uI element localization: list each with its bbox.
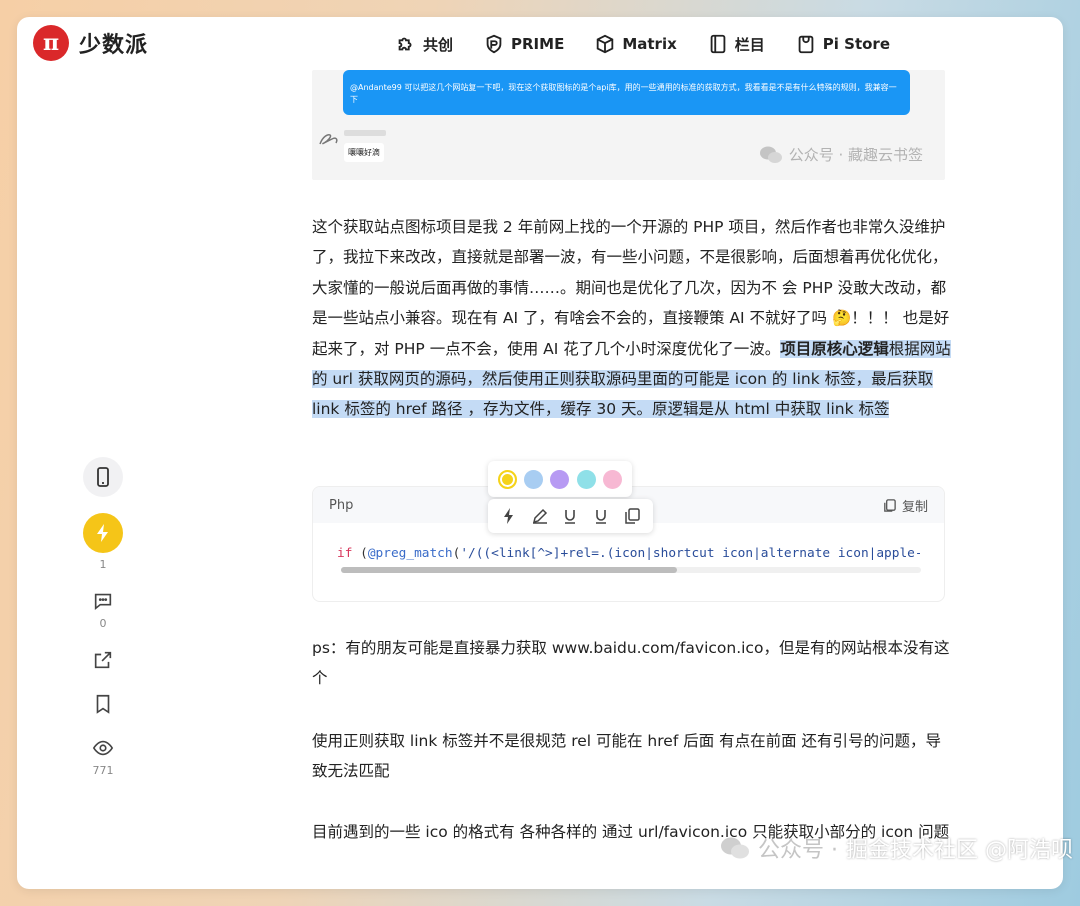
views-indicator [92, 737, 114, 759]
nav-label: PRIME [511, 35, 565, 53]
color-swatch-yellow[interactable] [497, 469, 517, 489]
watermark-text: 公众号 · 藏趣云书签 [788, 146, 923, 164]
wavy-underline-button[interactable] [591, 506, 611, 526]
flash-button[interactable] [499, 506, 519, 526]
nav-item-matrix[interactable]: Matrix [594, 33, 677, 55]
annotation-toolbar [488, 499, 653, 533]
lightning-icon [504, 508, 514, 524]
store-icon [798, 35, 814, 54]
code-scrollbar-thumb[interactable] [341, 567, 677, 573]
code-language: Php [329, 497, 354, 513]
code-function: @preg_match [367, 546, 453, 561]
article-paragraph-2: ps：有的朋友可能是直接暴力获取 www.baidu.com/favicon.i… [312, 639, 950, 688]
code-string: '/((<link[^>]+rel=.(icon|shortcut icon|a… [460, 546, 920, 561]
code-line: if (@preg_match('/((<link[^>]+rel=.(icon… [337, 546, 920, 561]
logo-mark: π [33, 25, 69, 61]
nav-item-pi-store[interactable]: Pi Store [795, 33, 890, 55]
chat-bubble: @Andante99 可以把这几个网站复一下吧，现在这个获取图标的是个api库，… [343, 70, 910, 115]
chat-reply: 嚷嚷好滴 [344, 143, 384, 162]
nav-item-column[interactable]: 栏目 [707, 33, 765, 55]
mobile-view-button[interactable] [83, 457, 123, 497]
chat-blurred-name [344, 130, 386, 136]
embedded-chat-image: @Andante99 可以把这几个网站复一下吧，现在这个获取图标的是个api库，… [312, 70, 945, 180]
site-logo[interactable]: π 少数派 [33, 25, 148, 61]
wechat-icon [721, 837, 749, 859]
view-count: 771 [92, 764, 114, 777]
action-rail: 1 0 771 [82, 457, 124, 778]
copy-icon [624, 508, 640, 524]
column-icon [710, 34, 726, 54]
nav-label: 栏目 [734, 35, 765, 54]
comment-button[interactable] [92, 590, 114, 612]
image-watermark: 公众号 · 藏趣云书签 [759, 144, 923, 165]
code-scrollbar[interactable] [341, 567, 921, 573]
matrix-icon [597, 34, 614, 54]
nav-label: Pi Store [822, 35, 890, 53]
like-count: 1 [99, 558, 107, 571]
wavy-underline-icon [596, 510, 607, 524]
copy-code-button[interactable]: 复制 [882, 496, 928, 515]
highlight-color-picker [488, 461, 632, 497]
comment-icon [94, 593, 112, 611]
nav-item-gongchuang[interactable]: 共创 [395, 33, 453, 55]
paragraph-text: 这个获取站点图标项目是我 2 年前网上找的一个开源的 PHP 项目，然后作者也非… [312, 218, 950, 358]
share-icon [94, 651, 112, 669]
bold-heading: 项目原核心逻辑 [780, 339, 889, 358]
nav-label: 共创 [423, 35, 454, 54]
copy-label: 复制 [901, 499, 928, 515]
share-button[interactable] [92, 649, 114, 671]
pen-button[interactable] [530, 506, 550, 526]
article-paragraph-3: 使用正则获取 link 标签并不是很规范 rel 可能在 href 后面 有点在… [312, 732, 942, 781]
nav-item-prime[interactable]: PRIME [483, 33, 564, 55]
underline-icon [565, 510, 576, 524]
wechat-icon [759, 146, 782, 163]
pen-icon [532, 508, 547, 524]
nav-label: Matrix [622, 35, 677, 53]
color-swatch-purple[interactable] [550, 469, 570, 489]
color-swatch-pink[interactable] [603, 469, 623, 489]
copy-selection-button[interactable] [622, 506, 642, 526]
color-swatch-blue[interactable] [524, 469, 544, 489]
bookmark-icon [96, 694, 110, 714]
top-nav: 共创 PRIME Matrix 栏目 Pi Store [395, 33, 890, 55]
comment-count: 0 [99, 617, 107, 630]
code-paren: ( [352, 546, 368, 561]
footer-watermark: 公众号 · 掘金技术社区 @阿浩呗 [720, 832, 1073, 864]
underline-button[interactable] [560, 506, 580, 526]
prime-icon [486, 34, 502, 54]
copy-icon [884, 498, 896, 512]
color-swatch-cyan[interactable] [576, 469, 596, 489]
code-keyword: if [337, 546, 353, 561]
watermark-faint: 公众号 · [758, 838, 838, 863]
bookmark-button[interactable] [92, 693, 114, 715]
charge-button[interactable] [83, 513, 123, 553]
puzzle-icon [398, 37, 412, 51]
watermark-main: 掘金技术社区 @阿浩呗 [846, 838, 1073, 863]
phone-icon [97, 467, 109, 487]
lightning-icon [97, 524, 108, 542]
eye-icon [92, 740, 114, 756]
chat-avatar [318, 130, 340, 152]
logo-text: 少数派 [79, 33, 149, 58]
article-paragraph-1: 这个获取站点图标项目是我 2 年前网上找的一个开源的 PHP 项目，然后作者也非… [312, 212, 952, 425]
app-window: π 少数派 共创 PRIME Matrix 栏目 Pi Store 1 0 77… [17, 17, 1063, 889]
